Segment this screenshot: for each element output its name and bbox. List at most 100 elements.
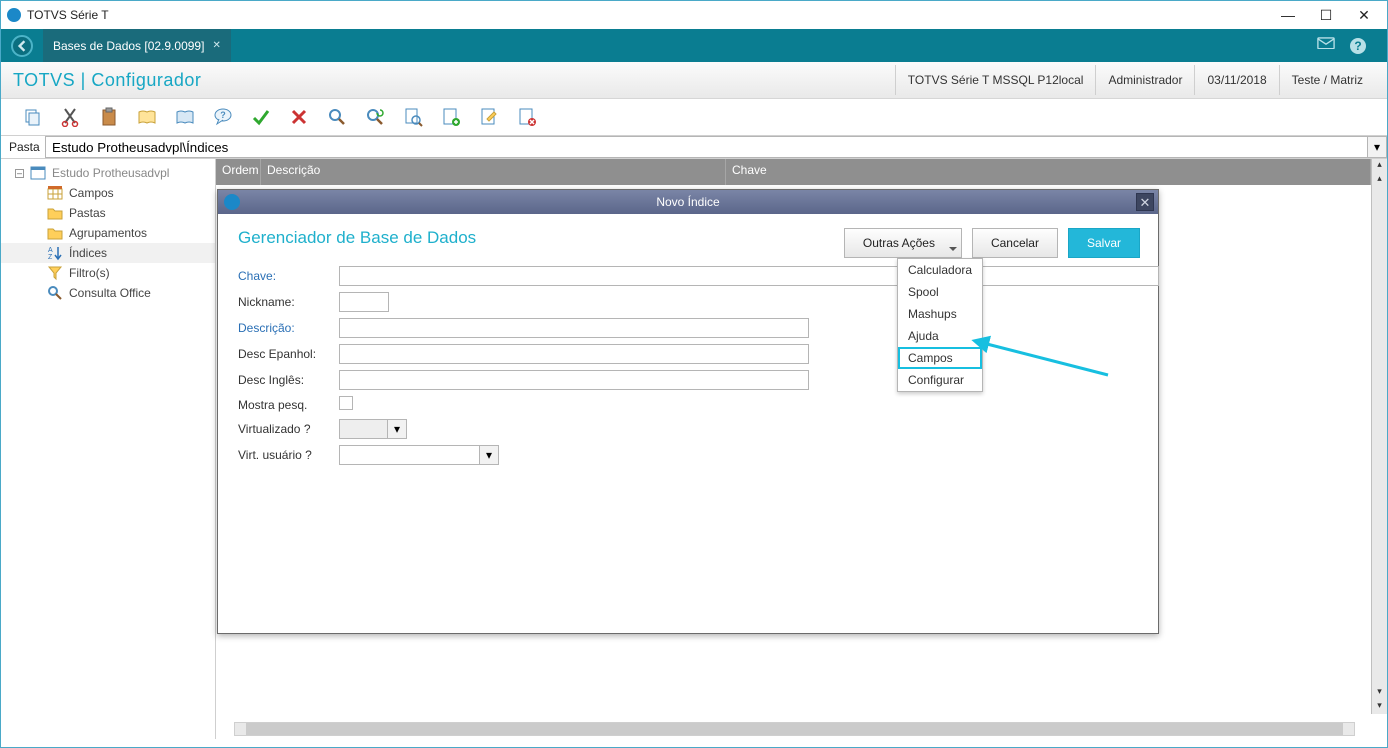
- titlebar: TOTVS Série T — ☐ ✕: [1, 1, 1387, 29]
- folder-icon: [47, 225, 63, 241]
- menu-item-calculadora[interactable]: Calculadora: [898, 259, 982, 281]
- tree-item-label: Pastas: [69, 206, 106, 220]
- refresh-search-icon[interactable]: [365, 107, 385, 127]
- tree-item-label: Campos: [69, 186, 114, 200]
- sort-icon: AZ: [47, 245, 63, 261]
- page-add-icon[interactable]: [441, 107, 461, 127]
- tree-item-pastas[interactable]: Pastas: [1, 203, 215, 223]
- toolbar: ?: [1, 99, 1387, 135]
- search-icon: [47, 285, 63, 301]
- modal-titlebar: Novo Índice ✕: [218, 190, 1158, 214]
- path-label: Pasta: [1, 140, 43, 154]
- label-chave: Chave:: [238, 269, 333, 283]
- label-desc-en: Desc Inglês:: [238, 373, 333, 387]
- cut-icon[interactable]: [61, 107, 81, 127]
- collapse-icon[interactable]: –: [15, 169, 24, 178]
- label-virtualizado: Virtualizado ?: [238, 422, 333, 436]
- label-nickname: Nickname:: [238, 295, 333, 309]
- menu-item-configurar[interactable]: Configurar: [898, 369, 982, 391]
- tab-bases-de-dados[interactable]: Bases de Dados [02.9.0099] ✕: [43, 29, 231, 62]
- bubble-icon[interactable]: ?: [213, 107, 233, 127]
- status-date: 03/11/2018: [1194, 65, 1278, 95]
- grid-col-chave[interactable]: Chave: [726, 159, 1371, 185]
- folder-icon: [47, 205, 63, 221]
- input-desc-es[interactable]: [339, 344, 809, 364]
- label-descricao: Descrição:: [238, 321, 333, 335]
- horizontal-scrollbar[interactable]: [234, 722, 1355, 736]
- page-search-icon[interactable]: [403, 107, 423, 127]
- grid-header: Ordem Descrição Chave ▴▾: [216, 159, 1387, 185]
- tree-root-label: Estudo Protheusadvpl: [52, 166, 169, 180]
- page-edit-icon[interactable]: [479, 107, 499, 127]
- app-window: TOTVS Série T — ☐ ✕ Bases de Dados [02.9…: [0, 0, 1388, 748]
- input-nickname[interactable]: [339, 292, 389, 312]
- tree-item-label: Agrupamentos: [69, 226, 147, 240]
- label-mostra: Mostra pesq.: [238, 398, 333, 412]
- svg-text:?: ?: [1354, 39, 1361, 53]
- mail-icon[interactable]: [1317, 37, 1335, 55]
- svg-text:Z: Z: [48, 254, 53, 261]
- maximize-button[interactable]: ☐: [1319, 8, 1333, 22]
- menu-item-mashups[interactable]: Mashups: [898, 303, 982, 325]
- tree-item-agrupamentos[interactable]: Agrupamentos: [1, 223, 215, 243]
- path-input[interactable]: [45, 136, 1367, 158]
- close-button[interactable]: ✕: [1357, 8, 1371, 22]
- tabstrip: Bases de Dados [02.9.0099] ✕ ?: [1, 29, 1387, 62]
- input-chave[interactable]: [339, 266, 1159, 286]
- checkbox-mostra[interactable]: [339, 396, 353, 410]
- path-dropdown-icon[interactable]: ▾: [1367, 136, 1387, 158]
- tree-item-campos[interactable]: Campos: [1, 183, 215, 203]
- combo-virt-usuario-button[interactable]: ▾: [479, 445, 499, 465]
- vertical-scrollbar[interactable]: ▴▴▾▾: [1371, 159, 1387, 714]
- window-title: TOTVS Série T: [27, 8, 1281, 22]
- tree-item-consulta[interactable]: Consulta Office: [1, 283, 215, 303]
- check-icon[interactable]: [251, 107, 271, 127]
- tab-close-icon[interactable]: ✕: [212, 40, 220, 51]
- other-actions-button[interactable]: Outras Ações: [844, 228, 962, 258]
- combo-virtualizado-value: [339, 419, 387, 439]
- menu-item-ajuda[interactable]: Ajuda: [898, 325, 982, 347]
- combo-virt-usuario-value: [339, 445, 479, 465]
- search-icon[interactable]: [327, 107, 347, 127]
- minimize-button[interactable]: —: [1281, 8, 1295, 22]
- book-icon[interactable]: [137, 107, 157, 127]
- tree-item-label: Consulta Office: [69, 286, 151, 300]
- svg-text:?: ?: [220, 110, 226, 120]
- app-icon: [7, 8, 21, 22]
- menu-item-spool[interactable]: Spool: [898, 281, 982, 303]
- paste-icon[interactable]: [99, 107, 119, 127]
- input-descricao[interactable]: [339, 318, 809, 338]
- page-delete-icon[interactable]: [517, 107, 537, 127]
- menu-item-campos[interactable]: Campos: [898, 347, 982, 369]
- tree-item-indices[interactable]: AZ Índices: [1, 243, 215, 263]
- input-desc-en[interactable]: [339, 370, 809, 390]
- content-pane: Ordem Descrição Chave ▴▾ ▴▴▾▾ Novo Índic…: [216, 159, 1387, 739]
- modal-close-icon[interactable]: ✕: [1136, 193, 1154, 211]
- help-icon[interactable]: ?: [1349, 37, 1367, 55]
- tree-item-filtros[interactable]: Filtro(s): [1, 263, 215, 283]
- status-env: TOTVS Série T MSSQL P12local: [895, 65, 1096, 95]
- svg-text:A: A: [48, 247, 53, 254]
- tree-item-label: Índices: [69, 246, 107, 260]
- modal-title-text: Novo Índice: [656, 195, 719, 209]
- grid-col-descricao[interactable]: Descrição: [261, 159, 726, 185]
- grid-col-ordem[interactable]: Ordem: [216, 159, 261, 185]
- copy-icon[interactable]: [23, 107, 43, 127]
- path-row: Pasta ▾: [1, 135, 1387, 159]
- save-button[interactable]: Salvar: [1068, 228, 1140, 258]
- cross-icon[interactable]: [289, 107, 309, 127]
- brand-bar: TOTVS | Configurador TOTVS Série T MSSQL…: [1, 62, 1387, 99]
- modal-novo-indice: Novo Índice ✕ Gerenciador de Base de Dad…: [217, 189, 1159, 634]
- status-branch: Teste / Matriz: [1279, 65, 1375, 95]
- combo-virtualizado-button[interactable]: ▾: [387, 419, 407, 439]
- tree-root[interactable]: – Estudo Protheusadvpl: [1, 163, 215, 183]
- back-icon[interactable]: [11, 35, 33, 57]
- cancel-button[interactable]: Cancelar: [972, 228, 1058, 258]
- tab-label: Bases de Dados [02.9.0099]: [53, 39, 204, 53]
- status-user: Administrador: [1095, 65, 1194, 95]
- tree-item-label: Filtro(s): [69, 266, 110, 280]
- table-icon: [30, 165, 46, 181]
- other-actions-menu: Calculadora Spool Mashups Ajuda Campos C…: [897, 258, 983, 392]
- book2-icon[interactable]: [175, 107, 195, 127]
- filter-icon: [47, 265, 63, 281]
